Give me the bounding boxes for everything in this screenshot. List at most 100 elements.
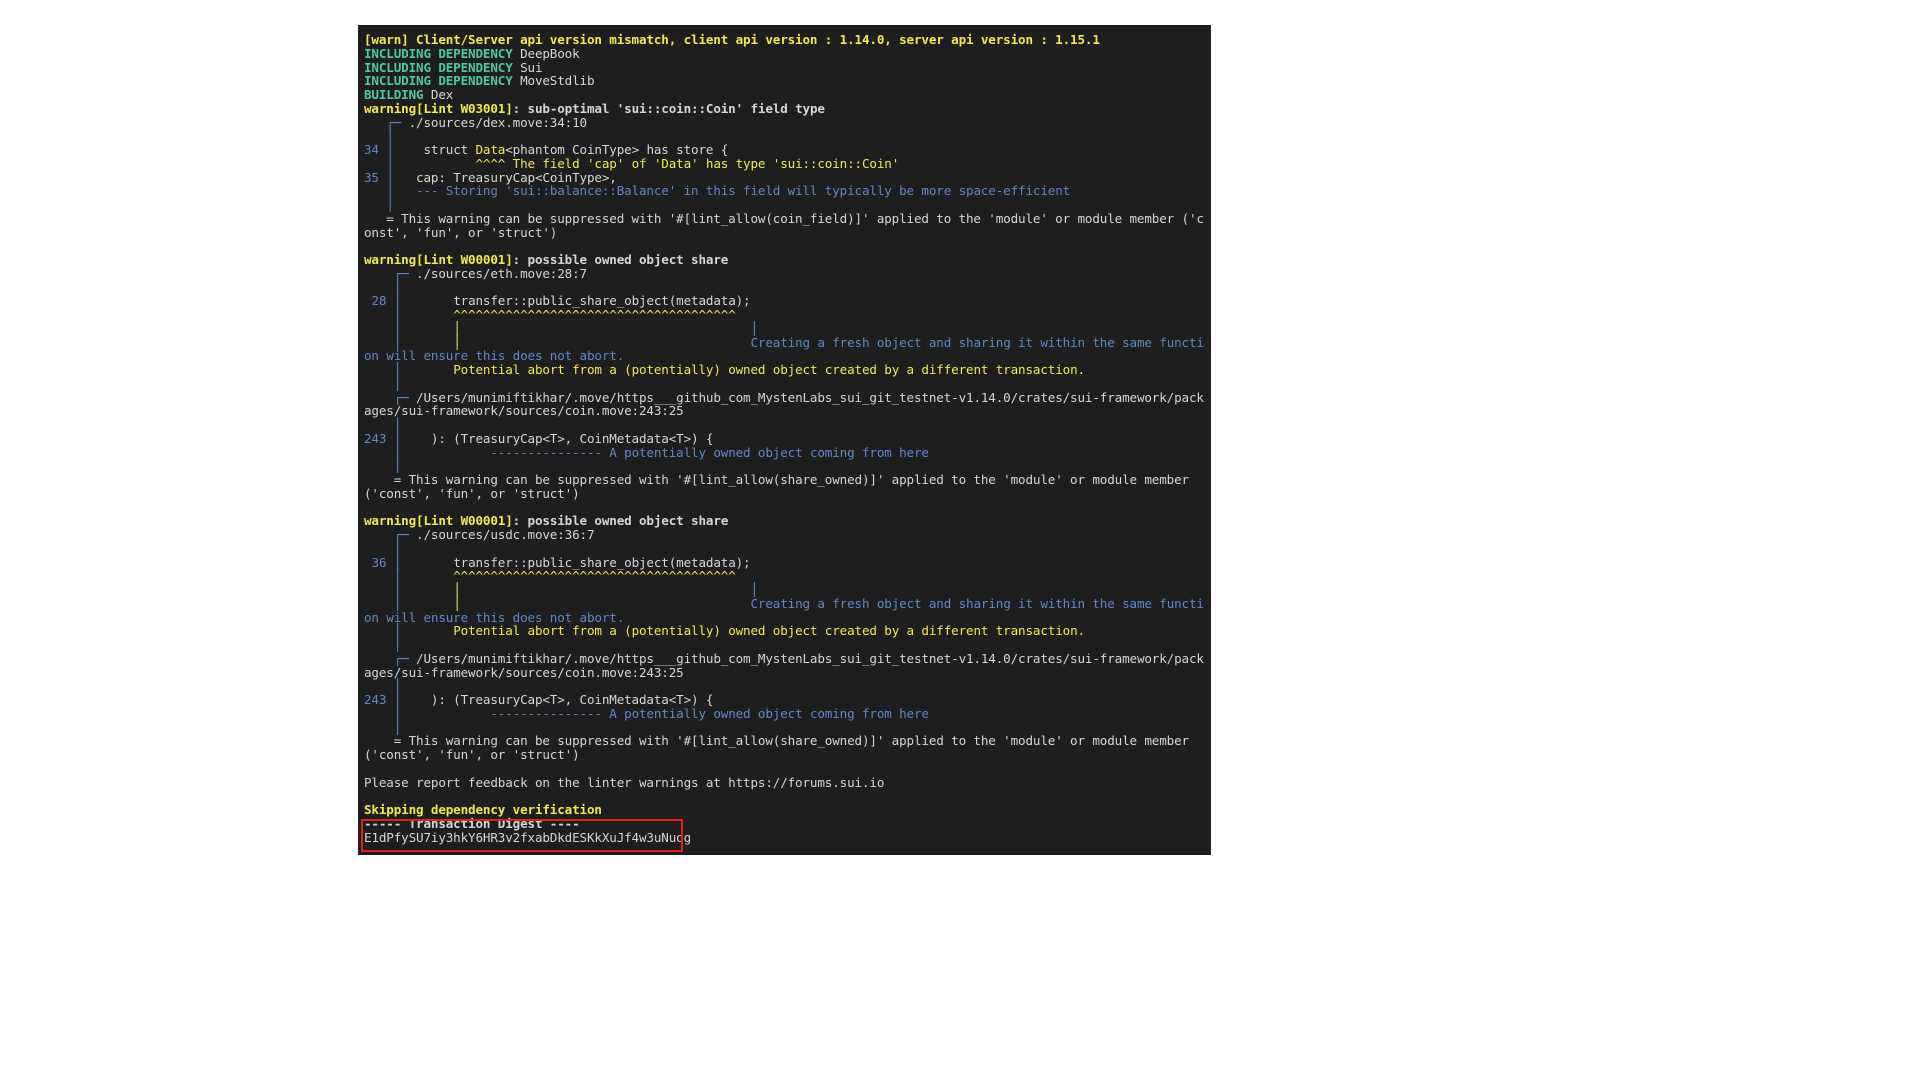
segment: Dex <box>430 87 454 102</box>
segment: : sub-optimal 'sui::coin::Coin' field ty… <box>512 100 825 116</box>
segment: INCLUDING DEPENDENCY <box>364 73 521 89</box>
terminal-line-feedback: Please report feedback on the linter war… <box>364 774 1205 790</box>
terminal-line-blank-1 <box>364 239 1205 253</box>
terminal-line-w00001b-msg-yellow: │ Potential abort from a (potentially) o… <box>364 624 1205 638</box>
terminal-line-w03001-note: │ --- Storing 'sui::balance::Balance' in… <box>364 184 1205 198</box>
terminal-line-w00001b-bars1: │ │ │ <box>364 583 1205 597</box>
segment: transfer::public_share_object(metadata); <box>408 293 751 309</box>
segment: │ <box>364 307 409 322</box>
terminal-line-w03001-gap1: │ <box>364 129 1205 143</box>
segment: │ <box>364 719 402 735</box>
segment: BUILDING <box>364 87 431 102</box>
terminal-line-w00001a-caret: │ ^^^^^^^^^^^^^^^^^^^^^^^^^^^^^^^^^^^^^^ <box>364 308 1205 322</box>
terminal-line-w00001a-path: ┌─ /Users/munimiftikhar/.move/https___gi… <box>364 389 1205 419</box>
segment: │ <box>683 320 758 336</box>
terminal-line-w00001a-dash: │ --------------- A potentially owned ob… <box>364 444 1205 460</box>
segment: : possible owned object share <box>512 252 729 267</box>
terminal-line-w00001a-bars1: │ │ │ <box>364 320 1205 336</box>
terminal-line-api-mismatch: [warn] Client/Server api version mismatc… <box>364 33 1205 47</box>
segment: ^^^^^^^^^^^^^^^^^^^^^^^^^^^^^^^^^^^^^^ <box>408 568 736 584</box>
segment: │ <box>364 568 409 584</box>
segment: --------------- A potentially owned obje… <box>408 705 929 721</box>
terminal-line-w00001a-gap2: │ <box>364 375 1205 391</box>
terminal-line-w00001b-gap4: │ <box>364 719 1205 735</box>
terminal-line-w00001b-gap1: │ <box>364 540 1205 556</box>
segment: │ <box>364 197 394 212</box>
terminal-line-w00001b-caret: │ ^^^^^^^^^^^^^^^^^^^^^^^^^^^^^^^^^^^^^^ <box>364 569 1205 583</box>
segment: 243 <box>364 692 387 707</box>
terminal-line-w03001-l35: 35 │ cap: TreasuryCap<CoinType>, <box>364 169 1205 185</box>
segment: Data <box>475 142 506 157</box>
terminal-line-dep-deepbook: INCLUDING DEPENDENCY DeepBook <box>364 45 1205 61</box>
terminal-line-w00001b-dash: │ --------------- A potentially owned ob… <box>364 705 1205 721</box>
segment: ┌─ <box>364 265 417 281</box>
segment: │ <box>364 623 409 639</box>
terminal-line-w00001b-suppress: = This warning can be suppressed with '#… <box>364 734 1205 762</box>
segment: ┌─ <box>364 389 417 405</box>
segment: DeepBook <box>520 45 580 61</box>
segment: warning[Lint W00001] <box>364 513 513 529</box>
terminal-line-w00001b-l243: 243 │ ): (TreasuryCap<T>, CoinMetadata<T… <box>364 693 1205 707</box>
segment: │ <box>364 444 409 460</box>
terminal-line-blank-2 <box>364 501 1205 515</box>
segment: ┌─ <box>364 650 417 666</box>
segment: [warn] Client/Server api version mismatc… <box>364 32 1100 47</box>
terminal-line-w03001-gap2: │ <box>364 198 1205 212</box>
segment: │ <box>364 678 402 694</box>
segment: transfer::public_share_object(metadata); <box>408 554 751 570</box>
terminal-line-w00001a-msg-yellow: │ Potential abort from a (potentially) o… <box>364 363 1205 377</box>
terminal-line-w03001-loc: ┌─ ./sources/dex.move:34:10 <box>364 114 1205 130</box>
segment: MoveStdlib <box>520 73 595 89</box>
segment: <phantom CoinType> has store { <box>505 142 729 157</box>
terminal-line-w03001-caret: │ ^^^^ The field 'cap' of 'Data' has typ… <box>364 156 1205 171</box>
terminal-line-dep-sui: INCLUDING DEPENDENCY Sui <box>364 60 1205 75</box>
segment: │ <box>408 320 684 336</box>
segment: │ <box>386 692 409 707</box>
segment: ┌─ <box>364 527 417 542</box>
segment: │ <box>364 128 394 144</box>
segment: 28 <box>364 293 387 309</box>
terminal-line-warn-w00001-b: warning[Lint W00001]: possible owned obj… <box>364 514 1205 528</box>
terminal-line-w00001b-path: ┌─ /Users/munimiftikhar/.move/https___gi… <box>364 650 1205 680</box>
segment: 36 <box>364 554 387 570</box>
segment: │ <box>683 582 758 597</box>
terminal-line-building-dex: BUILDING Dex <box>364 88 1205 102</box>
terminal-output: [warn] Client/Server api version mismatc… <box>358 29 1211 844</box>
terminal-line-w00001a-gap3: │ <box>364 418 1205 432</box>
terminal-line-w00001a-msg-blue: │ │ Creating a fresh object and sharing … <box>364 334 1205 364</box>
segment: ^^^^^^^^^^^^^^^^^^^^^^^^^^^^^^^^^^^^^^ <box>408 307 736 322</box>
segment: │ <box>364 320 409 336</box>
segment: cap: TreasuryCap<CoinType>, <box>401 169 617 185</box>
segment: ./sources/dex.move:34:10 <box>408 114 588 130</box>
segment: Potential abort from a (potentially) own… <box>408 623 1085 639</box>
segment: │ <box>364 362 409 377</box>
terminal-window[interactable]: [warn] Client/Server api version mismatc… <box>358 25 1211 855</box>
segment: │ <box>364 417 402 432</box>
segment: 243 <box>364 430 387 446</box>
segment: │ <box>364 540 402 556</box>
segment: ./sources/usdc.move:36:7 <box>416 527 595 542</box>
segment: --------------- A potentially owned obje… <box>408 444 929 460</box>
segment: │ <box>378 142 402 157</box>
segment: │ <box>364 279 402 295</box>
terminal-line-blank-3 <box>364 762 1205 776</box>
terminal-line-skipping-dep-verification: Skipping dependency verification <box>364 803 1205 817</box>
terminal-line-dep-movestdlib: INCLUDING DEPENDENCY MoveStdlib <box>364 74 1205 88</box>
segment: │ <box>364 637 402 652</box>
page-root: [warn] Client/Server api version mismatc… <box>0 0 1920 1080</box>
segment: │ <box>378 169 402 185</box>
segment: warning[Lint W00001] <box>364 252 513 267</box>
segment: Potential abort from a (potentially) own… <box>408 362 1085 377</box>
segment: Please report feedback on the linter war… <box>364 774 885 790</box>
segment: INCLUDING DEPENDENCY <box>364 45 521 61</box>
segment: │ <box>364 375 402 391</box>
terminal-line-w00001a-loc: ┌─ ./sources/eth.move:28:7 <box>364 265 1205 281</box>
segment: │ <box>408 334 684 350</box>
segment: ./sources/eth.move:28:7 <box>416 265 587 281</box>
segment: = This warning can be suppressed with '#… <box>364 733 1197 762</box>
segment: /Users/munimiftikhar/.move/https___githu… <box>364 650 1204 680</box>
terminal-line-w00001a-l243: 243 │ ): (TreasuryCap<T>, CoinMetadata<T… <box>364 430 1205 446</box>
segment: = This warning can be suppressed with '#… <box>364 472 1197 501</box>
terminal-line-w00001a-gap4: │ <box>364 459 1205 473</box>
segment: E1dPfySU7iy3hkY6HR3v2fxabDkdESKkXuJf4w3u… <box>364 829 692 845</box>
